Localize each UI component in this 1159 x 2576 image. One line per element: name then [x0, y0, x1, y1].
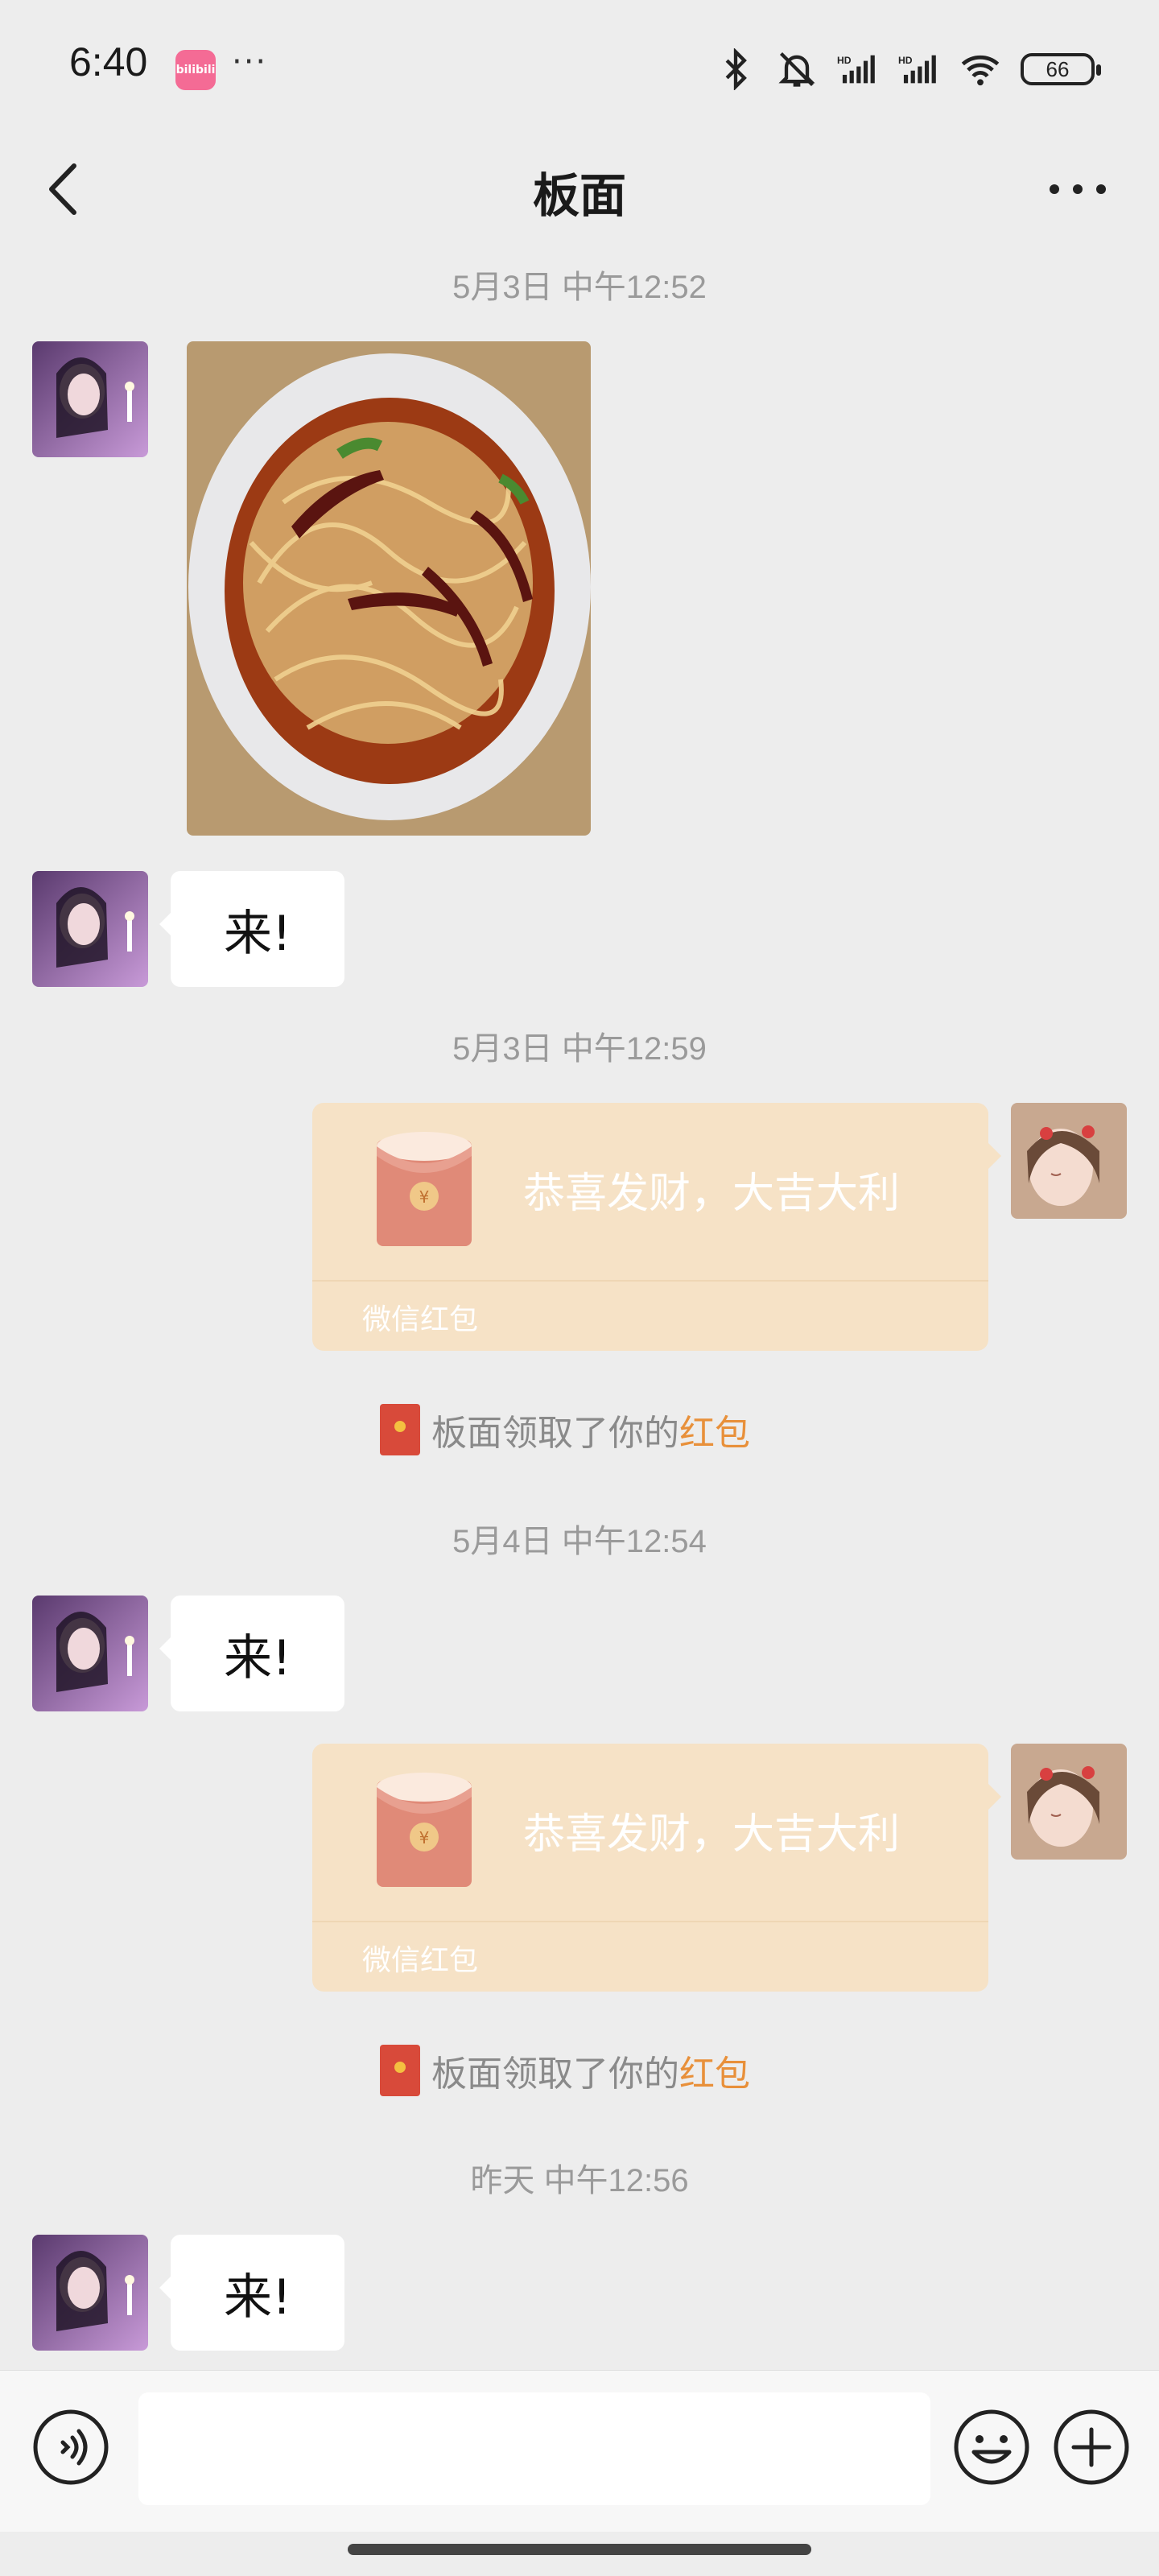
battery-icon: 66: [1021, 53, 1101, 85]
red-packet-icon: ¥: [377, 1132, 472, 1246]
status-more-icon: ···: [232, 43, 268, 80]
contact-avatar[interactable]: [32, 341, 148, 457]
signal-hd-icon: HD: [837, 55, 875, 84]
signal-hd-icon: HD: [898, 55, 936, 84]
plus-icon[interactable]: [1051, 2407, 1132, 2487]
svg-text:¥: ¥: [419, 1828, 430, 1847]
red-packet-label: 微信红包: [362, 1303, 479, 1336]
contact-avatar[interactable]: [32, 2235, 148, 2351]
status-time: 6:40: [69, 39, 148, 85]
system-message: 板面领取了你的 红包: [380, 1404, 750, 1455]
message-bubble[interactable]: 来!: [159, 1596, 344, 1711]
red-packet-message[interactable]: ¥ 恭喜发财，大吉大利 微信红包: [312, 1103, 1001, 1351]
red-packet-link[interactable]: 红包: [679, 1404, 750, 1455]
message-timestamp: 昨天 中午12:56: [470, 2163, 689, 2198]
more-dots-icon[interactable]: [1041, 161, 1114, 217]
system-message: 板面领取了你的 红包: [380, 2045, 750, 2096]
contact-avatar[interactable]: [32, 871, 148, 987]
emoji-icon[interactable]: [951, 2407, 1032, 2487]
message-input[interactable]: [138, 2392, 930, 2505]
red-packet-divider: [312, 1280, 988, 1282]
contact-avatar[interactable]: [32, 1596, 148, 1711]
home-indicator[interactable]: [348, 2544, 811, 2555]
red-packet-label: 微信红包: [362, 1944, 479, 1977]
red-packet-greeting: 恭喜发财，大吉大利: [523, 1810, 901, 1859]
bilibili-app-icon: bilibili: [175, 50, 216, 90]
wifi-icon: [961, 55, 1000, 86]
voice-icon[interactable]: [31, 2407, 111, 2487]
system-message-text: 板面领取了你的: [431, 2054, 679, 2095]
message-bubble[interactable]: 来!: [159, 2235, 344, 2351]
message-timestamp: 5月4日 中午12:54: [452, 1524, 707, 1559]
red-packet-small-icon: [380, 2045, 420, 2096]
red-packet-small-icon: [380, 1404, 420, 1455]
red-packet-divider: [312, 1921, 988, 1922]
mute-bell-icon: [778, 52, 815, 87]
svg-text:HD: HD: [837, 55, 852, 66]
svg-text:¥: ¥: [419, 1187, 430, 1207]
red-packet-link[interactable]: 红包: [679, 2045, 750, 2096]
noodle-photo[interactable]: [187, 341, 591, 836]
my-avatar[interactable]: [1011, 1744, 1127, 1860]
red-packet-greeting: 恭喜发财，大吉大利: [523, 1170, 901, 1218]
red-packet-icon: ¥: [377, 1773, 472, 1887]
page-title: 板面: [532, 168, 626, 223]
bluetooth-icon: [725, 48, 747, 90]
system-message-text: 板面领取了你的: [431, 1413, 679, 1454]
message-timestamp: 5月3日 中午12:59: [452, 1031, 707, 1067]
svg-text:HD: HD: [898, 55, 913, 66]
message-timestamp: 5月3日 中午12:52: [452, 270, 707, 305]
status-icons: HD HD 66: [715, 45, 1101, 93]
red-packet-message[interactable]: ¥ 恭喜发财，大吉大利 微信红包: [312, 1744, 1001, 1992]
my-avatar[interactable]: [1011, 1103, 1127, 1219]
message-bubble[interactable]: 来!: [159, 871, 344, 987]
